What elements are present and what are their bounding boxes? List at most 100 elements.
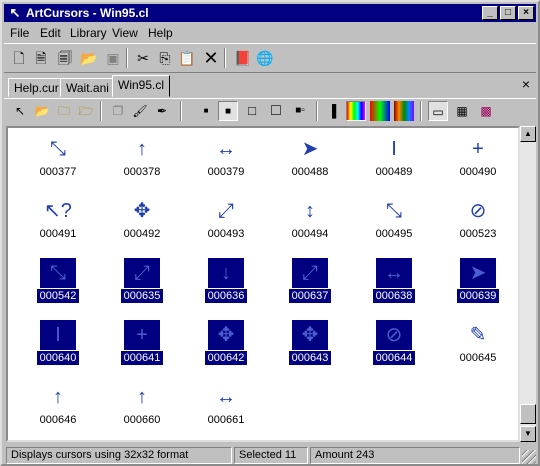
cursor-cell[interactable]: ↑ 000378 [100,130,184,190]
size32-icon[interactable]: ■ [218,101,238,121]
cursor-cell[interactable]: ↕ 000494 [268,192,352,252]
edit-icon[interactable]: ▭ [428,101,448,121]
status-selected: Selected 11 [234,447,308,464]
cursor-cell[interactable]: I 000640 [16,316,100,376]
cursor-cell[interactable]: ⊘ 000644 [352,316,436,376]
cursor-cell[interactable]: ✥ 000643 [268,316,352,376]
cursor-label: 000494 [291,228,329,240]
tab-win95-cl[interactable]: Win95.cl [112,75,171,97]
cursor-cell[interactable]: ⤡ 000495 [352,192,436,252]
folder-open-icon[interactable]: 📂 [32,101,52,121]
new-cursor-icon[interactable]: 🗎 [30,47,52,69]
close-tab-icon[interactable]: × [522,76,530,92]
globe-icon[interactable]: 🌐 [254,47,276,69]
scroll-thumb[interactable] [520,404,536,424]
folder-open2-icon[interactable]: 🗁 [76,101,96,121]
cursor-glyph-icon: ➤ [460,258,496,288]
cursor-cell[interactable]: ➤ 000488 [268,130,352,190]
cursor-cell[interactable]: ↖? 000491 [16,192,100,252]
menu-view[interactable]: View [112,26,138,40]
cursor-glyph-icon: ⤢ [218,200,234,222]
cursor-glyph-icon: ⤢ [124,258,160,288]
folder-icon[interactable]: 🗀 [54,101,74,121]
main-window: ↖ ArtCursors - Win95.cl _ □ × File Edit … [0,0,540,466]
cursor-cell[interactable]: ⤡ 000542 [16,254,100,314]
menu-help[interactable]: Help [148,26,173,40]
size16-icon[interactable]: ■ [196,101,216,121]
copy-icon[interactable]: ⎘ [154,47,176,69]
cursor-label: 000639 [456,289,500,303]
cursor-cell[interactable]: ⤡ 000377 [16,130,100,190]
grid-icon[interactable]: ▩ [476,101,496,121]
cursor-cell[interactable]: I 000489 [352,130,436,190]
cursor-cell[interactable]: ↔ 000638 [352,254,436,314]
cursor-grid[interactable]: ⤡ 000377 ↑ 000378 ↔ 000379 ➤ 000488 I 000489 +0004… [6,126,520,442]
maximize-button[interactable]: □ [500,6,516,20]
title-bar[interactable]: ↖ ArtCursors - Win95.cl _ □ × [4,4,536,22]
main-toolbar: 🗋 🗎 🗐 📂 ▣ ✂ ⎘ 📋 ✕ 📕 🌐 [4,43,536,73]
delete-icon[interactable]: ✕ [200,47,222,69]
color16-icon[interactable] [346,101,366,121]
menu-edit[interactable]: Edit [40,26,61,40]
tab-wait-ani[interactable]: Wait.ani [60,78,115,97]
cursor-glyph-icon: ↕ [305,200,315,222]
cursor-glyph-icon: ⊘ [469,200,487,222]
toolbar-separator [126,48,128,68]
cursor-cell[interactable]: ↔ 000661 [184,378,268,438]
cursor-cell[interactable]: ⤢ 000493 [184,192,268,252]
cursor-label: 000638 [372,289,416,303]
scroll-down-button[interactable]: ▼ [520,426,536,442]
menu-library[interactable]: Library [70,26,107,40]
scroll-up-button[interactable]: ▲ [520,126,536,142]
animate-icon[interactable]: ▦ [452,101,472,121]
cursor-cell[interactable]: +000641 [100,316,184,376]
paste-icon[interactable]: 📋 [176,47,198,69]
cursor-glyph-icon: ↔ [216,386,236,408]
cursor-cell[interactable]: ⤢ 000635 [100,254,184,314]
new-icon[interactable]: 🗋 [8,47,30,69]
copy-layer-icon[interactable]: ❐ [108,101,128,121]
cursor-cell[interactable]: ↓ 000636 [184,254,268,314]
minimize-button[interactable]: _ [482,6,498,20]
cursor-label: 000646 [39,414,77,426]
menu-file[interactable]: File [10,26,29,40]
cursor-cell[interactable]: ↑ 000660 [100,378,184,438]
book-icon[interactable]: 📕 [232,47,254,69]
colortrue-icon[interactable] [394,101,414,121]
cursor-glyph-icon: ✥ [208,320,244,350]
cursor-cell[interactable]: ⤢ 000637 [268,254,352,314]
color256-icon[interactable] [370,101,390,121]
pen-icon[interactable]: ✒ [152,101,172,121]
cursor-cell[interactable]: ⊘ 000523 [436,192,518,252]
size64-icon[interactable]: □ [266,101,286,121]
toolbar-separator [180,101,182,121]
vertical-scrollbar[interactable]: ▲ ▼ [520,126,536,442]
status-bar: Displays cursors using 32x32 format Sele… [4,446,536,464]
open-icon[interactable]: 📂 [78,47,100,69]
cursor-cell[interactable]: ➤ 000639 [436,254,518,314]
resize-grip[interactable] [522,450,536,464]
close-button[interactable]: × [518,6,534,20]
cursor-cell[interactable]: ↑ 000646 [16,378,100,438]
cursor-cell[interactable]: +000490 [436,130,518,190]
tab-help-cur[interactable]: Help.cur [8,78,65,97]
cursor-glyph-icon: I [40,320,76,350]
toolbar-separator [224,48,226,68]
cursor-cell[interactable]: ✥ 000642 [184,316,268,376]
cursor-cell[interactable]: ↔ 000379 [184,130,268,190]
cursor-label: 000490 [459,166,497,178]
cursor-cell[interactable]: ✎ 000645 [436,316,518,376]
bw-icon[interactable]: ▐ [322,101,342,121]
cursor-label: 000641 [120,351,164,365]
brush-icon[interactable]: 🖌 [130,101,150,121]
size48-icon[interactable]: □ [242,101,262,121]
menu-bar: File Edit Library View Help [4,23,536,42]
cursor-cell[interactable]: ✥ 000492 [100,192,184,252]
select-icon[interactable]: ↖ [10,101,30,121]
app-cursor-icon: ↖ [9,5,21,20]
toolbar-separator [100,101,102,121]
cut-icon[interactable]: ✂ [132,47,154,69]
size-custom-icon[interactable]: ■▫ [290,101,310,121]
save-icon[interactable]: ▣ [102,47,124,69]
new-library-icon[interactable]: 🗐 [54,47,76,69]
